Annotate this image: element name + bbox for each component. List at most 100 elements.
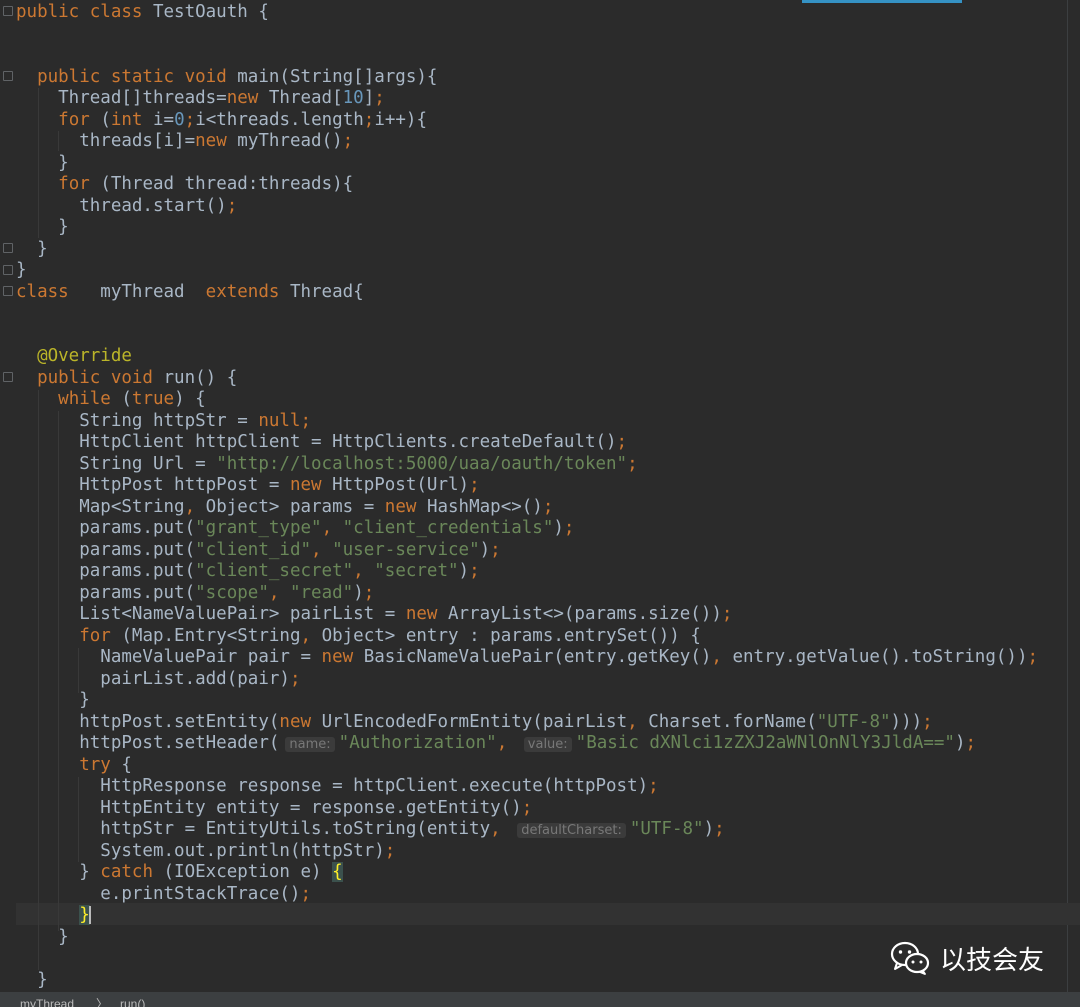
code-line[interactable]: HttpEntity entity = response.getEntity()…	[16, 798, 532, 820]
code-line[interactable]: for (Map.Entry<String, Object> entry : p…	[16, 626, 701, 648]
code-line[interactable]: httpPost.setEntity(new UrlEncodedFormEnt…	[16, 711, 932, 734]
code-line[interactable]: }	[16, 260, 27, 282]
code-line[interactable]: }	[16, 239, 48, 261]
code-editor[interactable]: public class TestOauth { public static v…	[0, 0, 1080, 992]
code-line[interactable]: }	[16, 217, 69, 239]
code-text: HttpResponse response = httpClient.execu…	[16, 776, 649, 796]
code-keyword: extends	[205, 281, 290, 302]
parameter-hint: defaultCharset:	[517, 823, 626, 838]
code-text: Thread[]threads=	[16, 88, 227, 108]
code-string: "user-service"	[332, 539, 480, 560]
code-text: TestOauth {	[152, 2, 269, 22]
code-keyword: ;	[490, 539, 501, 560]
code-line[interactable]: params.put("scope", "read");	[16, 583, 374, 605]
code-keyword: ;	[363, 109, 375, 130]
code-text: HttpEntity entity = response.getEntity()	[16, 797, 522, 818]
code-text: }	[16, 690, 90, 710]
code-line[interactable]: @Override	[16, 346, 132, 368]
code-text: }	[16, 969, 48, 990]
code-keyword: null;	[258, 410, 312, 431]
code-text: httpStr = EntityUtils.toString(entity	[16, 819, 491, 839]
code-text: HttpPost httpPost =	[16, 475, 290, 495]
code-keyword: ;	[542, 496, 554, 517]
code-keyword: ;	[714, 819, 725, 839]
code-keyword: for	[58, 174, 101, 194]
code-text: HttpClient httpClient = HttpClients.crea…	[16, 432, 617, 452]
code-text: params.put(	[16, 561, 196, 581]
code-line[interactable]: public class TestOauth {	[16, 2, 269, 24]
code-text: ) {	[174, 389, 206, 409]
code-text: params.put(	[16, 518, 196, 538]
wechat-icon	[890, 941, 930, 975]
code-line[interactable]: httpStr = EntityUtils.toString(entity, d…	[16, 819, 725, 841]
code-text: )	[553, 518, 564, 538]
code-line[interactable]: Map<String, Object> params = new HashMap…	[16, 497, 553, 519]
code-line[interactable]: public void run() {	[16, 368, 237, 390]
code-line[interactable]: HttpClient httpClient = HttpClients.crea…	[16, 432, 627, 454]
code-line[interactable]: HttpPost httpPost = new HttpPost(Url);	[16, 475, 480, 497]
code-text: e.printStackTrace()	[16, 883, 301, 904]
breadcrumb-class[interactable]: myThread	[20, 992, 74, 1007]
code-keyword: public void	[37, 367, 164, 388]
fold-marker-icon[interactable]	[3, 286, 13, 296]
code-line[interactable]: httpPost.setHeader(name: "Authorization",…	[16, 733, 976, 755]
code-line[interactable]: class myThread extends Thread{	[16, 282, 364, 304]
code-line[interactable]: HttpResponse response = httpClient.execu…	[16, 776, 658, 798]
code-line[interactable]: public static void main(String[]args){	[16, 67, 437, 89]
code-line[interactable]: System.out.println(httpStr);	[16, 841, 395, 863]
code-text: (IOException e)	[163, 862, 333, 882]
breadcrumb-separator-icon: 〉	[96, 997, 109, 1007]
code-keyword: catch	[100, 862, 164, 882]
code-line[interactable]: String httpStr = null;	[16, 411, 311, 433]
code-line[interactable]: }	[16, 970, 48, 992]
code-line[interactable]: threads[i]=new myThread();	[16, 131, 353, 153]
code-line[interactable]: for (int i=0;i<threads.length;i++){	[16, 110, 427, 132]
fold-marker-icon[interactable]	[3, 265, 13, 275]
code-line[interactable]: params.put("grant_type", "client_credent…	[16, 518, 574, 540]
code-keyword: ,	[184, 496, 206, 517]
code-keyword: ;	[469, 475, 480, 495]
code-line[interactable]: }	[16, 690, 90, 712]
code-text: threads[i]=	[16, 131, 196, 151]
code-line[interactable]: for (Thread thread:threads){	[16, 174, 353, 196]
code-line[interactable]: } catch (IOException e) {	[16, 862, 343, 884]
code-line[interactable]: NameValuePair pair = new BasicNameValueP…	[16, 647, 1038, 669]
code-line[interactable]: }	[16, 905, 91, 927]
code-keyword: ;	[616, 432, 628, 452]
code-line[interactable]: }	[16, 153, 69, 175]
code-line[interactable]: Thread[]threads=new Thread[10];	[16, 88, 385, 110]
code-line[interactable]: while (true) {	[16, 389, 206, 411]
code-text: pairList.add(pair)	[16, 668, 290, 689]
code-keyword: new	[405, 604, 448, 624]
code-keyword: new	[384, 496, 427, 517]
code-line[interactable]: thread.start();	[16, 196, 237, 218]
code-keyword: ;	[965, 733, 977, 753]
code-line[interactable]: String Url = "http://localhost:5000/uaa/…	[16, 454, 637, 476]
code-text: Object> entry : params.entrySet()) {	[321, 625, 701, 646]
code-keyword: try	[79, 754, 122, 775]
code-line[interactable]: List<NameValuePair> pairList = new Array…	[16, 604, 732, 626]
fold-marker-icon[interactable]	[3, 6, 13, 16]
code-text: BasicNameValuePair(entry.getKey()	[363, 647, 712, 667]
code-text: }	[16, 152, 69, 173]
code-keyword: while	[58, 389, 122, 409]
code-line[interactable]: params.put("client_id", "user-service");	[16, 540, 501, 562]
code-text: )	[458, 561, 470, 581]
code-line[interactable]: }	[16, 927, 69, 949]
code-string: "UTF-8"	[816, 711, 891, 732]
code-text: Thread[	[268, 88, 343, 108]
code-line[interactable]: pairList.add(pair);	[16, 669, 300, 691]
fold-marker-icon[interactable]	[3, 372, 13, 382]
fold-marker-icon[interactable]	[3, 71, 13, 81]
fold-marker-icon[interactable]	[3, 243, 13, 253]
code-text: System.	[16, 840, 175, 861]
code-number: 10	[342, 88, 364, 108]
code-text: httpPost.setEntity(	[16, 711, 280, 732]
code-line[interactable]: e.printStackTrace();	[16, 884, 311, 906]
code-keyword: ;	[374, 88, 385, 108]
code-line[interactable]: params.put("client_secret", "secret");	[16, 561, 479, 583]
code-text: HashMap<>()	[426, 496, 543, 517]
breadcrumb-method[interactable]: run()	[120, 992, 145, 1007]
active-tab-indicator	[802, 0, 962, 3]
code-line[interactable]: try {	[16, 755, 132, 777]
